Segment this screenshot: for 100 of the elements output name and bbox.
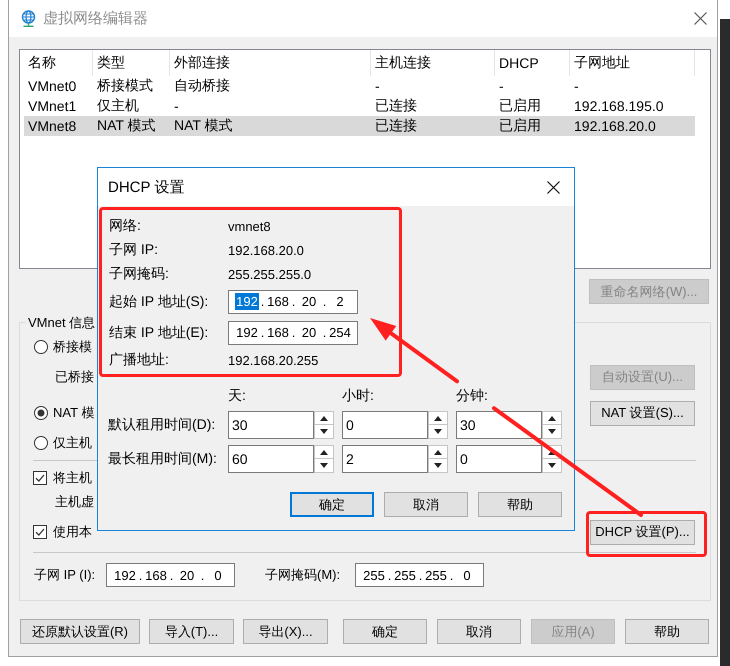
spin-up-button[interactable] <box>314 411 334 425</box>
table-cell-text: NAT 模式 <box>96 117 157 135</box>
ip-address-field[interactable]: 192 . 168 . 20 . 254 <box>228 320 358 344</box>
globe-icon <box>20 10 37 27</box>
dialog-title: DHCP 设置 <box>108 178 184 196</box>
number-field[interactable]: 30 <box>228 411 314 439</box>
up-arrow-icon <box>434 450 442 454</box>
spin-down-button[interactable] <box>428 425 448 439</box>
table-row[interactable]: VMnet0 桥接模式 自动桥接 - - - <box>24 76 695 96</box>
ip-octet[interactable]: 0 <box>206 566 230 584</box>
up-arrow-icon <box>320 416 328 420</box>
ip-octet[interactable]: 255 <box>393 566 417 584</box>
ok-button[interactable]: 确定 <box>343 619 427 644</box>
table-row[interactable]: VMnet1 仅主机 - 已连接 已启用 192.168.195.0 <box>24 96 695 116</box>
ip-octet[interactable]: 192 <box>235 324 259 341</box>
down-arrow-icon <box>548 463 556 468</box>
ip-octet[interactable]: 20 <box>175 566 199 584</box>
column-header[interactable]: 外部连接 <box>170 50 371 76</box>
checkbox[interactable] <box>33 525 47 539</box>
ip-octet[interactable]: 255 <box>362 566 386 584</box>
settings-button[interactable]: NAT 设置(S)... <box>590 400 695 426</box>
spin-down-button[interactable] <box>314 459 334 473</box>
spin-down-button[interactable] <box>314 425 334 439</box>
table-cell-text: 已连接 <box>374 117 418 135</box>
down-arrow-icon <box>434 429 442 434</box>
window-title: 虚拟网络编辑器 <box>43 9 148 28</box>
column-label: 小时: <box>342 387 374 405</box>
ip-address-field[interactable]: 255 . 255 . 255 . 0 <box>355 563 484 587</box>
ip-octet[interactable]: 2 <box>328 293 352 310</box>
radio-button[interactable] <box>34 340 48 354</box>
ip-octet[interactable]: 20 <box>297 324 321 341</box>
group-title: VMnet 信息 <box>27 314 96 331</box>
number-field[interactable]: 2 <box>342 445 428 473</box>
help-button[interactable]: 帮助 <box>478 492 562 517</box>
field-label: 子网掩码: <box>109 265 169 283</box>
ip-octet[interactable]: 168 <box>144 566 168 584</box>
close-icon[interactable] <box>694 12 707 25</box>
table-cell-text: 自动桥接 <box>173 77 231 95</box>
field-label: 子网 IP: <box>109 241 158 259</box>
ip-address-field[interactable]: 192 . 168 . 20 . 2 <box>228 290 358 314</box>
table-cell-text: 已启用 <box>498 97 542 115</box>
field-label: 默认租用时间(D): <box>108 416 216 434</box>
spin-down-button[interactable] <box>428 459 448 473</box>
ip-octet[interactable]: 20 <box>297 293 321 310</box>
ip-octet[interactable]: 192 <box>235 293 259 310</box>
radio-button[interactable] <box>34 406 48 420</box>
ok-button[interactable]: 确定 <box>290 492 374 517</box>
ip-address-field[interactable]: 192 . 168 . 20 . 0 <box>106 563 235 587</box>
number-field[interactable]: 60 <box>228 445 314 473</box>
column-header[interactable]: 主机连接 <box>371 50 495 76</box>
restore-defaults-button[interactable]: 还原默认设置(R) <box>20 619 140 644</box>
column-label: 天: <box>228 387 246 405</box>
down-arrow-icon <box>320 463 328 468</box>
help-button[interactable]: 帮助 <box>625 619 709 644</box>
close-icon[interactable] <box>547 180 560 194</box>
ip-octet[interactable]: 255 <box>424 566 448 584</box>
radio-button[interactable] <box>34 436 48 450</box>
table-cell-text: 桥接模式 <box>96 77 154 95</box>
table-cell-text: VMnet8 <box>27 118 78 134</box>
spin-up-button[interactable] <box>314 445 334 459</box>
ip-octet[interactable]: 0 <box>455 566 479 584</box>
number-field[interactable]: 0 <box>456 445 542 473</box>
field-label: 子网 IP (I): <box>34 566 96 584</box>
spin-up-button[interactable] <box>428 445 448 459</box>
spin-down-button[interactable] <box>542 425 562 439</box>
table-cell-text: VMnet0 <box>27 78 78 94</box>
checkbox[interactable] <box>33 471 47 485</box>
field-label: 最长租用时间(M): <box>108 450 217 468</box>
table-row[interactable]: VMnet8 NAT 模式 NAT 模式 已连接 已启用 192.168.20.0 <box>24 116 695 136</box>
settings-button[interactable]: DHCP 设置(P)... <box>590 520 695 544</box>
ip-octet[interactable]: 168 <box>266 293 290 310</box>
cancel-button[interactable]: 取消 <box>384 492 468 517</box>
number-field[interactable]: 30 <box>456 411 542 439</box>
import-button[interactable]: 导入(T)... <box>149 619 234 644</box>
field-label: 起始 IP 地址(S): <box>109 292 208 310</box>
number-field[interactable]: 0 <box>342 411 428 439</box>
table-cell-text: - <box>173 98 180 114</box>
column-header[interactable]: 名称 <box>24 50 93 76</box>
radio-label: 仅主机 <box>53 434 92 452</box>
ip-octet[interactable]: 192 <box>113 566 137 584</box>
down-arrow-icon <box>320 429 328 434</box>
spin-up-button[interactable] <box>542 411 562 425</box>
spin-up-button[interactable] <box>428 411 448 425</box>
column-header[interactable]: 子网地址 <box>570 50 695 76</box>
cancel-button[interactable]: 取消 <box>437 619 521 644</box>
table-cell-text: VMnet1 <box>27 98 78 114</box>
checkbox-label: 使用本 <box>53 523 92 541</box>
up-arrow-icon <box>434 416 442 420</box>
field-label: 网络: <box>109 217 141 235</box>
table-cell-text: NAT 模式 <box>173 117 234 135</box>
ip-octet[interactable]: 168 <box>266 324 290 341</box>
column-header[interactable]: 类型 <box>93 50 170 76</box>
spin-down-button[interactable] <box>542 459 562 473</box>
export-button[interactable]: 导出(X)... <box>243 619 328 644</box>
field-value: 255.255.255.0 <box>228 266 312 282</box>
ip-octet[interactable]: 254 <box>328 324 352 341</box>
option-note: 主机虚 <box>55 493 94 511</box>
field-value: 192.168.20.0 <box>228 242 304 258</box>
checkbox-label: 将主机 <box>53 469 92 487</box>
column-header[interactable]: DHCP <box>495 50 570 76</box>
